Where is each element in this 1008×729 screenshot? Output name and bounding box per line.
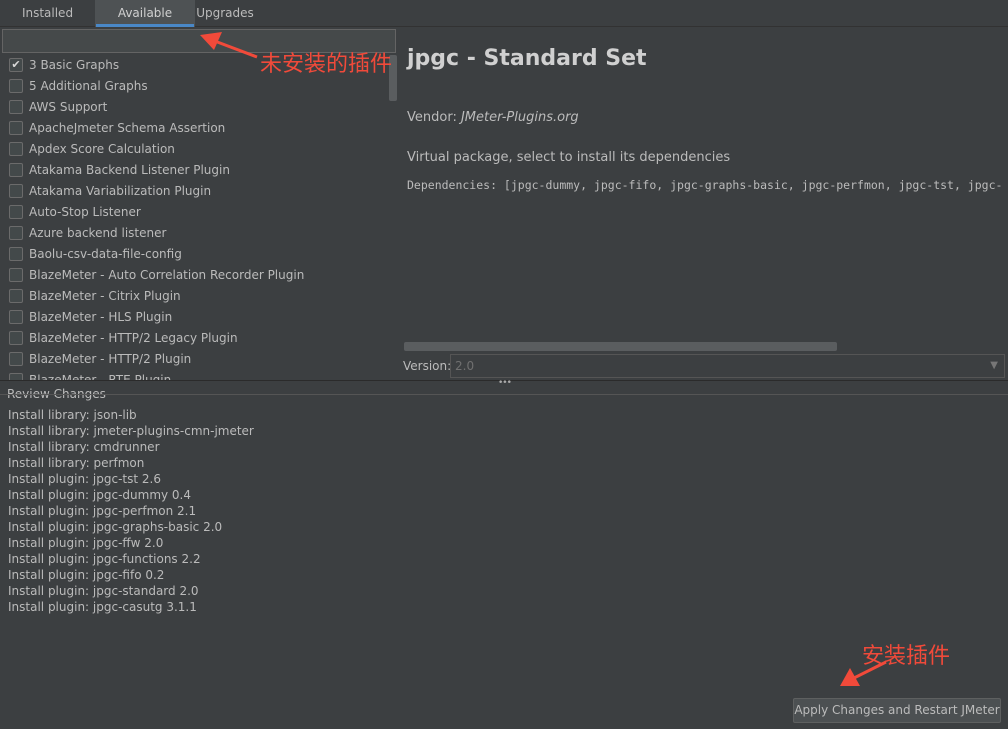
plugin-label: BlazeMeter - HLS Plugin — [29, 310, 173, 324]
plugin-item[interactable]: Auto-Stop Listener — [0, 202, 388, 223]
grip-icon: ••• — [498, 378, 512, 388]
plugin-checkbox[interactable] — [9, 268, 23, 282]
plugin-label: Baolu-csv-data-file-config — [29, 247, 182, 261]
plugin-item[interactable]: Atakama Backend Listener Plugin — [0, 160, 388, 181]
plugin-item[interactable]: Atakama Variabilization Plugin — [0, 181, 388, 202]
plugin-label: Apdex Score Calculation — [29, 142, 175, 156]
plugin-checkbox[interactable] — [9, 247, 23, 261]
vendor-name: JMeter-Plugins.org — [460, 110, 579, 125]
plugin-item[interactable]: Apdex Score Calculation — [0, 139, 388, 160]
plugin-item[interactable]: BlazeMeter - HTTP/2 Plugin — [0, 349, 388, 370]
check-icon: ✔ — [11, 58, 21, 71]
plugin-label: Auto-Stop Listener — [29, 205, 141, 219]
plugin-item[interactable]: BlazeMeter - Auto Correlation Recorder P… — [0, 265, 388, 286]
change-item: Install plugin: jpgc-casutg 3.1.1 — [8, 600, 197, 614]
review-changes-list: Install library: json-lib Install librar… — [8, 407, 608, 615]
tab-upgrades[interactable]: Upgrades — [195, 0, 255, 27]
change-item: Install plugin: jpgc-standard 2.0 — [8, 584, 199, 598]
plugin-list: ✔ 3 Basic Graphs 5 Additional Graphs AWS… — [0, 55, 398, 381]
plugin-label: ApacheJmeter Schema Assertion — [29, 121, 226, 135]
plugin-checkbox[interactable]: ✔ — [9, 58, 23, 72]
apply-changes-button[interactable]: Apply Changes and Restart JMeter — [793, 698, 1001, 723]
plugin-title: jpgc - Standard Set — [407, 46, 647, 71]
detail-horizontal-scrollbar[interactable] — [404, 342, 837, 351]
plugin-checkbox[interactable] — [9, 226, 23, 240]
annotation-uninstalled-plugins: 未安装的插件 — [260, 52, 393, 77]
change-item: Install plugin: jpgc-dummy 0.4 — [8, 488, 192, 502]
change-item: Install plugin: jpgc-tst 2.6 — [8, 472, 161, 486]
plugin-label: 5 Additional Graphs — [29, 79, 148, 93]
plugin-checkbox[interactable] — [9, 142, 23, 156]
change-item: Install plugin: jpgc-functions 2.2 — [8, 552, 201, 566]
plugin-item[interactable]: BlazeMeter - Citrix Plugin — [0, 286, 388, 307]
change-item: Install library: json-lib — [8, 408, 137, 422]
plugin-checkbox[interactable] — [9, 79, 23, 93]
change-item: Install library: perfmon — [8, 456, 145, 470]
annotation-install-plugins: 安装插件 — [862, 644, 951, 669]
plugin-checkbox[interactable] — [9, 289, 23, 303]
plugin-item[interactable]: BlazeMeter - HTTP/2 Legacy Plugin — [0, 328, 388, 349]
plugin-label: BlazeMeter - Auto Correlation Recorder P… — [29, 268, 305, 282]
plugin-checkbox[interactable] — [9, 331, 23, 345]
plugin-checkbox[interactable] — [9, 205, 23, 219]
plugin-description: Virtual package, select to install its d… — [407, 150, 731, 165]
review-divider — [0, 394, 1008, 395]
tab-installed-plugins[interactable]: Installed Plugins — [0, 0, 95, 47]
plugin-item[interactable]: ApacheJmeter Schema Assertion — [0, 118, 388, 139]
plugin-checkbox[interactable] — [9, 163, 23, 177]
plugin-checkbox[interactable] — [9, 100, 23, 114]
plugin-item[interactable]: BlazeMeter - HLS Plugin — [0, 307, 388, 328]
plugin-item[interactable]: Azure backend listener — [0, 223, 388, 244]
plugin-label: AWS Support — [29, 100, 108, 114]
change-item: Install plugin: jpgc-ffw 2.0 — [8, 536, 164, 550]
plugin-detail-panel: jpgc - Standard Set Vendor: JMeter-Plugi… — [398, 28, 1008, 380]
plugin-label: BlazeMeter - Citrix Plugin — [29, 289, 181, 303]
plugin-label: BlazeMeter - HTTP/2 Legacy Plugin — [29, 331, 238, 345]
plugin-label: Atakama Backend Listener Plugin — [29, 163, 230, 177]
plugin-vendor: Vendor: JMeter-Plugins.org — [407, 110, 579, 125]
plugin-item[interactable]: AWS Support — [0, 97, 388, 118]
plugin-checkbox[interactable] — [9, 121, 23, 135]
plugin-item[interactable]: 5 Additional Graphs — [0, 76, 388, 97]
change-item: Install plugin: jpgc-graphs-basic 2.0 — [8, 520, 223, 534]
change-item: Install plugin: jpgc-fifo 0.2 — [8, 568, 165, 582]
plugin-checkbox[interactable] — [9, 310, 23, 324]
plugin-checkbox[interactable] — [9, 352, 23, 366]
tab-available-plugins[interactable]: Available Plugins — [95, 0, 195, 47]
version-label: Version: — [403, 359, 452, 373]
plugin-label: BlazeMeter - HTTP/2 Plugin — [29, 352, 192, 366]
chevron-down-icon: ▼ — [990, 360, 998, 371]
change-item: Install plugin: jpgc-perfmon 2.1 — [8, 504, 197, 518]
change-item: Install library: jmeter-plugins-cmn-jmet… — [8, 424, 254, 438]
plugin-dependencies: Dependencies: [jpgc-dummy, jpgc-fifo, jp… — [407, 178, 1003, 192]
plugin-label: Atakama Variabilization Plugin — [29, 184, 212, 198]
change-item: Install library: cmdrunner — [8, 440, 160, 454]
tab-bar: Installed Plugins Available Plugins Upgr… — [0, 0, 1008, 47]
plugin-checkbox[interactable] — [9, 184, 23, 198]
panel-splitter[interactable]: ••• — [0, 378, 1008, 388]
version-value: 2.0 — [455, 359, 475, 373]
plugin-item[interactable]: Baolu-csv-data-file-config — [0, 244, 388, 265]
vendor-label: Vendor: — [407, 110, 457, 125]
plugin-label: 3 Basic Graphs — [29, 58, 120, 72]
plugin-label: Azure backend listener — [29, 226, 167, 240]
version-select[interactable]: 2.0 ▼ — [450, 354, 1005, 378]
